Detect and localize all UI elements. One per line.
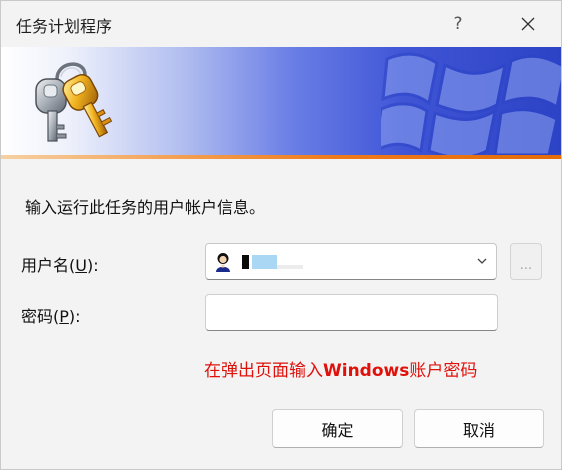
username-combobox[interactable] <box>205 243 497 280</box>
password-label-accesskey: P <box>59 307 69 326</box>
header-banner <box>1 47 561 155</box>
red-annotation-text: 在弹出页面输入Windows账户密码 <box>204 356 477 381</box>
password-label-suffix: ): <box>68 307 81 326</box>
info-text: 输入运行此任务的用户帐户信息。 <box>25 198 266 217</box>
user-account-icon <box>214 252 232 272</box>
username-label-prefix: 用户名( <box>21 256 76 275</box>
username-label-accesskey: U <box>75 256 87 275</box>
annotation-prefix: 在弹出页面输入 <box>204 361 323 381</box>
banner-accent-stripe <box>1 155 561 159</box>
chevron-down-icon[interactable] <box>476 255 488 267</box>
close-icon <box>521 17 535 31</box>
password-label-prefix: 密码( <box>21 307 60 326</box>
title-bar: 任务计划程序 ? <box>1 1 561 47</box>
browse-users-button[interactable]: ... <box>510 243 542 280</box>
ok-button[interactable]: 确定 <box>272 409 403 448</box>
redacted-username <box>242 255 303 269</box>
close-button[interactable] <box>505 1 551 47</box>
help-button[interactable]: ? <box>435 1 481 47</box>
password-label: 密码(P): <box>21 303 81 327</box>
username-label-suffix: ): <box>86 256 99 275</box>
annotation-bold: Windows <box>323 361 410 381</box>
username-label: 用户名(U): <box>21 252 99 276</box>
annotation-suffix: 账户密码 <box>409 361 478 381</box>
keys-icon <box>35 62 113 142</box>
password-input[interactable] <box>205 294 498 331</box>
window-title: 任务计划程序 <box>16 17 113 36</box>
task-scheduler-dialog: 任务计划程序 ? 输入运行此任务的用户帐户信息。 用户名(U): ... 密码(… <box>0 0 562 470</box>
cancel-button[interactable]: 取消 <box>414 409 544 448</box>
windows-logo <box>381 52 561 155</box>
